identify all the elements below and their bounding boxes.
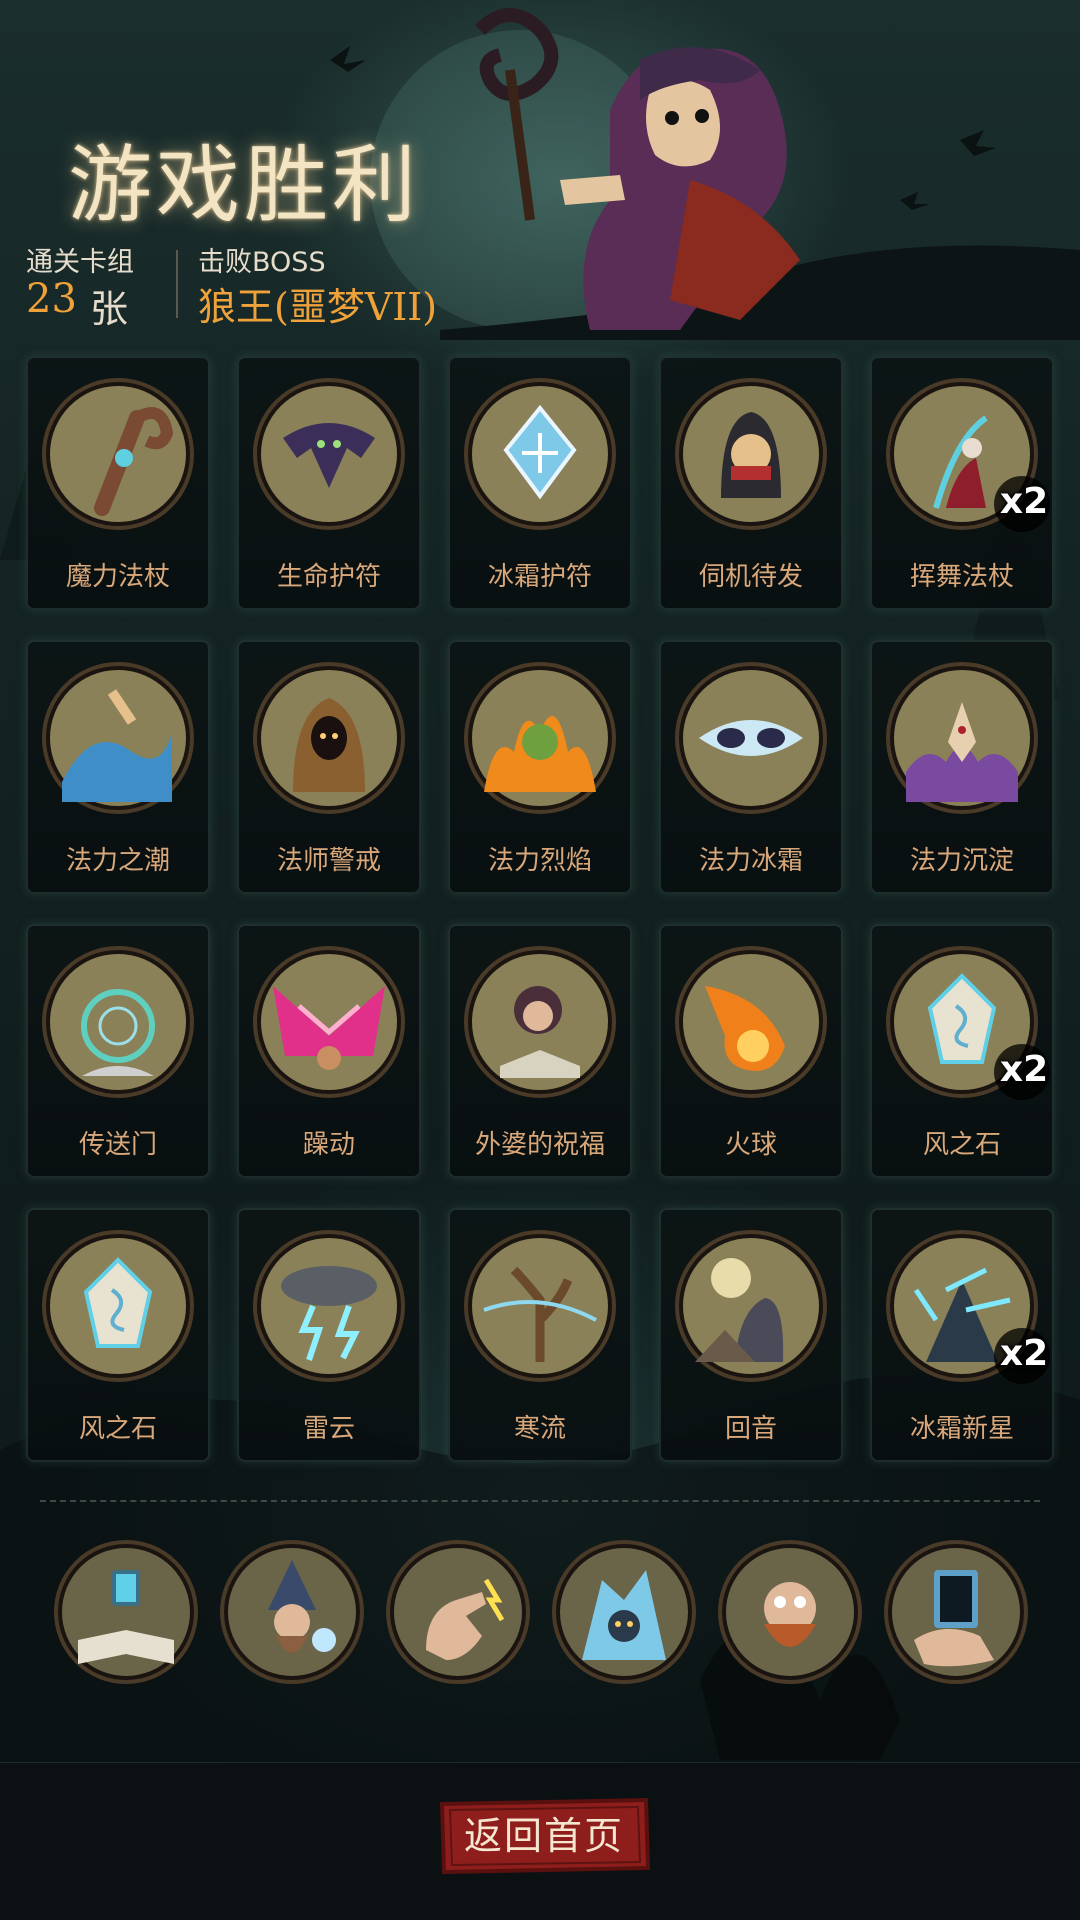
card-label: 躁动: [302, 1130, 355, 1160]
card-label: 法师警戒: [276, 846, 381, 876]
deck-card[interactable]: 伺机待发: [659, 356, 843, 610]
hooded-mage-hero-illustration: [440, 8, 1080, 340]
ice-golem-relic-icon[interactable]: [552, 1540, 696, 1684]
spellbook-relic-icon[interactable]: [54, 1540, 198, 1684]
victory-title: 游戏胜利: [68, 136, 421, 234]
card-label: 法力沉淀: [909, 846, 1014, 876]
purple-mist-icon: [886, 662, 1038, 814]
card-label: 风之石: [922, 1130, 1001, 1160]
deck-card[interactable]: 冰霜新星 x2: [870, 1208, 1054, 1462]
hooded-rogue-icon: [675, 378, 827, 530]
cold-wind-icon: [464, 1230, 616, 1382]
deck-card[interactable]: 外婆的祝福: [448, 924, 632, 1178]
card-label: 外婆的祝福: [474, 1130, 605, 1160]
card-label: 回音: [724, 1414, 777, 1444]
werewolf-moon-icon: [675, 1230, 827, 1382]
wind-stone-icon: [42, 1230, 194, 1382]
stat-divider: [176, 250, 178, 318]
deck-card[interactable]: 法力沉淀: [870, 640, 1054, 894]
card-label: 魔力法杖: [65, 562, 170, 592]
card-label: 冰霜护符: [487, 562, 592, 592]
deck-card[interactable]: 法力之潮: [26, 640, 210, 894]
deck-card[interactable]: 生命护符: [237, 356, 421, 610]
deck-card[interactable]: 风之石 x2: [870, 924, 1054, 1178]
count-badge: x2: [999, 1333, 1049, 1374]
deck-card[interactable]: 挥舞法杖 x2: [870, 356, 1054, 610]
card-label: 法力之潮: [65, 846, 170, 876]
deck-card[interactable]: 回音: [659, 1208, 843, 1462]
thunder-cloud-icon: [253, 1230, 405, 1382]
count-badge: x2: [999, 481, 1049, 522]
deck-card[interactable]: 魔力法杖: [26, 356, 210, 610]
deck-card[interactable]: 法师警戒: [237, 640, 421, 894]
bat-amulet-icon: [253, 378, 405, 530]
magic-staff-icon: [42, 378, 194, 530]
deck-card[interactable]: 法力烈焰: [448, 640, 632, 894]
deck-card[interactable]: 法力冰霜: [659, 640, 843, 894]
ice-mask-icon: [675, 662, 827, 814]
return-home-label: 返回首页: [463, 1814, 624, 1858]
section-divider: [40, 1500, 1040, 1502]
deck-card[interactable]: 雷云: [237, 1208, 421, 1462]
portal-icon: [42, 946, 194, 1098]
deck-card[interactable]: 寒流: [448, 1208, 632, 1462]
fire-zombie-icon: [464, 662, 616, 814]
hooded-mage-icon: [253, 662, 405, 814]
deck-card[interactable]: 冰霜护符: [448, 356, 632, 610]
fireball-icon: [675, 946, 827, 1098]
snapping-hand-relic-icon[interactable]: [386, 1540, 530, 1684]
deck-card[interactable]: 火球: [659, 924, 843, 1178]
deck-count: 23: [26, 276, 77, 322]
card-label: 法力冰霜: [698, 846, 803, 876]
deck-label: 通关卡组: [26, 247, 134, 278]
deck-card[interactable]: 风之石: [26, 1208, 210, 1462]
card-hand-relic-icon[interactable]: [884, 1540, 1028, 1684]
card-label: 雷云: [302, 1414, 355, 1444]
card-label: 火球: [724, 1130, 777, 1160]
crazy-dwarf-relic-icon[interactable]: [718, 1540, 862, 1684]
card-label: 法力烈焰: [487, 846, 592, 876]
card-label: 冰霜新星: [909, 1414, 1014, 1444]
deck-card[interactable]: 传送门: [26, 924, 210, 1178]
return-home-button[interactable]: 返回首页: [438, 1798, 650, 1874]
card-label: 伺机待发: [698, 562, 803, 592]
deck-card[interactable]: 躁动: [237, 924, 421, 1178]
water-tide-icon: [42, 662, 194, 814]
card-label: 传送门: [78, 1130, 157, 1160]
frost-amulet-icon: [464, 378, 616, 530]
wizard-relic-icon[interactable]: [220, 1540, 364, 1684]
card-label: 生命护符: [276, 562, 381, 592]
grandma-book-icon: [464, 946, 616, 1098]
card-label: 风之石: [78, 1414, 157, 1444]
boss-name: 狼王(噩梦VII): [198, 285, 438, 329]
count-badge: x2: [999, 1049, 1049, 1090]
rage-icon: [253, 946, 405, 1098]
victory-screen: 游戏胜利 通关卡组 23 张 击败BOSS 狼王(噩梦VII) 魔力法杖 生命护符…: [0, 0, 1080, 1920]
card-label: 寒流: [513, 1414, 566, 1444]
boss-label: 击败BOSS: [198, 247, 326, 278]
card-label: 挥舞法杖: [909, 562, 1014, 592]
deck-unit: 张: [90, 287, 129, 331]
